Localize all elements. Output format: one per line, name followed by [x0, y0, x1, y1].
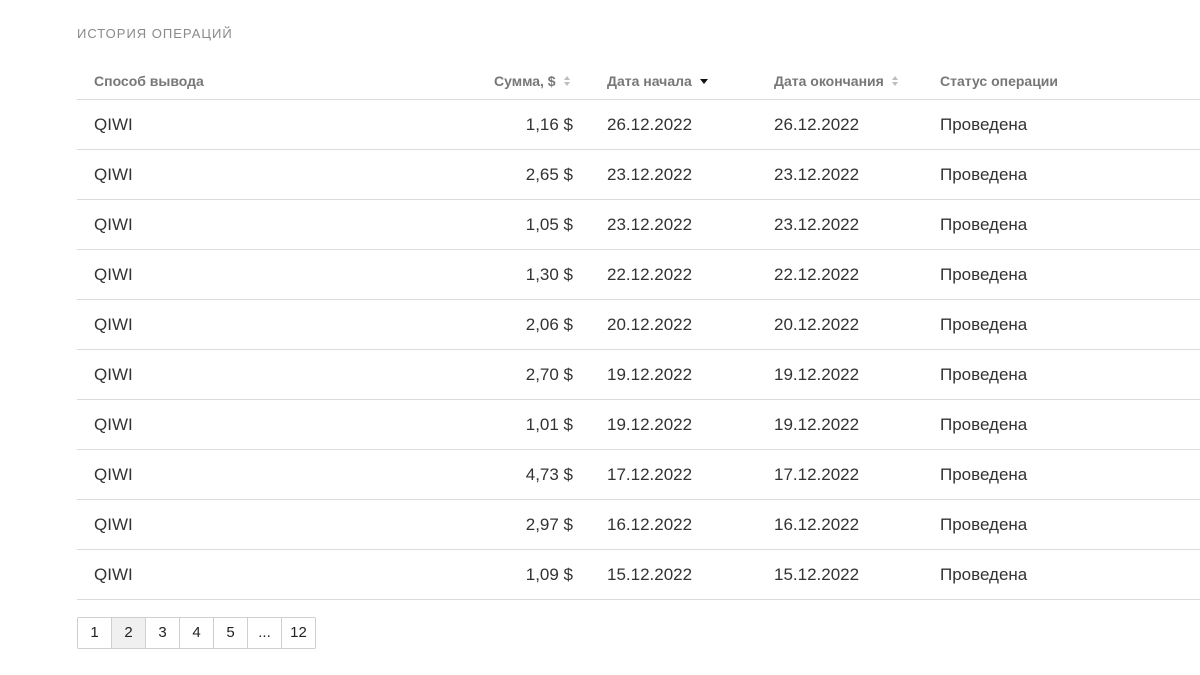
pagination: 1 2 3 4 5... 12: [77, 617, 316, 649]
cell-start-date: 15.12.2022: [607, 565, 693, 584]
sort-descending-icon[interactable]: [699, 75, 708, 87]
cell-status: Проведена: [940, 465, 1028, 484]
cell-method: QIWI: [94, 315, 133, 334]
column-header-start-date[interactable]: Дата начала: [607, 73, 708, 89]
cell-amount: 2,97 $: [525, 515, 573, 534]
table-row: QIWI 1,01 $ 19.12.2022 19.12.2022 Проведена: [77, 400, 1200, 450]
table-row: QIWI 2,65 $ 23.12.2022 23.12.2022 Проведена: [77, 150, 1200, 200]
column-header-method: Способ вывода: [94, 73, 204, 89]
cell-end-date: 17.12.2022: [774, 465, 860, 484]
cell-end-date: 19.12.2022: [774, 415, 860, 434]
cell-method: QIWI: [94, 215, 133, 234]
cell-amount: 2,70 $: [525, 365, 573, 384]
cell-status: Проведена: [940, 365, 1028, 384]
cell-end-date: 15.12.2022: [774, 565, 860, 584]
cell-amount: 2,06 $: [525, 315, 573, 334]
cell-method: QIWI: [94, 565, 133, 584]
table-row: QIWI 2,70 $ 19.12.2022 19.12.2022 Проведена: [77, 350, 1200, 400]
pagination-page-button[interactable]: 12: [282, 618, 315, 648]
cell-amount: 1,01 $: [525, 415, 573, 434]
cell-method: QIWI: [94, 415, 133, 434]
cell-start-date: 26.12.2022: [607, 115, 693, 134]
cell-status: Проведена: [940, 115, 1028, 134]
cell-status: Проведена: [940, 315, 1028, 334]
cell-start-date: 16.12.2022: [607, 515, 693, 534]
cell-end-date: 23.12.2022: [774, 215, 860, 234]
cell-amount: 1,09 $: [525, 565, 573, 584]
cell-amount: 1,16 $: [525, 115, 573, 134]
cell-end-date: 22.12.2022: [774, 265, 860, 284]
table-row: QIWI 2,06 $ 20.12.2022 20.12.2022 Проведена: [77, 300, 1200, 350]
cell-start-date: 23.12.2022: [607, 215, 693, 234]
cell-end-date: 26.12.2022: [774, 115, 860, 134]
operations-table: Способ вывода Сумма, $ Дата начала Дата …: [77, 62, 1200, 600]
table-row: QIWI 1,30 $ 22.12.2022 22.12.2022 Проведена: [77, 250, 1200, 300]
cell-status: Проведена: [940, 215, 1028, 234]
column-header-amount-label: Сумма, $: [494, 73, 556, 89]
cell-amount: 1,05 $: [525, 215, 573, 234]
cell-start-date: 20.12.2022: [607, 315, 693, 334]
cell-method: QIWI: [94, 365, 133, 384]
table-body: QIWI 1,16 $26.12.2022 26.12.2022 Проведена Q…: [77, 100, 1200, 600]
cell-start-date: 19.12.2022: [607, 415, 693, 434]
table-header: Способ вывода Сумма, $ Дата начала Дата …: [77, 62, 1200, 100]
cell-amount: 2,65 $: [525, 165, 573, 184]
cell-method: QIWI: [94, 265, 133, 284]
pagination-ellipsis: ...: [248, 618, 282, 648]
cell-status: Проведена: [940, 565, 1028, 584]
cell-amount: 4,73 $: [525, 465, 573, 484]
cell-method: QIWI: [94, 115, 133, 134]
table-row: QIWI 1,09 $ 15.12.2022 15.12.2022 Проведена: [77, 550, 1200, 600]
cell-method: QIWI: [94, 515, 133, 534]
pagination-page-button[interactable]: 3: [146, 618, 180, 648]
column-header-end-date[interactable]: Дата окончания: [774, 73, 900, 89]
column-header-method-label: Способ вывода: [94, 73, 204, 89]
cell-amount: 1,30 $: [525, 265, 573, 284]
column-header-status-label: Статус операции: [940, 73, 1059, 89]
cell-end-date: 16.12.2022: [774, 515, 860, 534]
cell-status: Проведена: [940, 265, 1028, 284]
section-title: ИСТОРИЯ ОПЕРАЦИЙ: [77, 26, 233, 41]
cell-method: QIWI: [94, 465, 133, 484]
pagination-page-button[interactable]: 4: [180, 618, 214, 648]
cell-start-date: 23.12.2022: [607, 165, 693, 184]
sort-icon[interactable]: [891, 75, 900, 87]
pagination-page-button[interactable]: 2: [112, 618, 146, 648]
column-header-status: Статус операции: [940, 73, 1058, 89]
cell-status: Проведена: [940, 165, 1028, 184]
table-row: QIWI 1,16 $ 26.12.2022 26.12.2022 Проведена: [77, 100, 1200, 150]
cell-start-date: 19.12.2022: [607, 365, 693, 384]
cell-end-date: 20.12.2022: [774, 315, 860, 334]
operations-history-page: ИСТОРИЯ ОПЕРАЦИЙ Способ вывода Сумма, $ …: [0, 0, 1200, 675]
pagination-page-button[interactable]: 5: [214, 618, 248, 648]
cell-end-date: 19.12.2022: [774, 365, 860, 384]
cell-start-date: 17.12.2022: [607, 465, 693, 484]
cell-start-date: 22.12.2022: [607, 265, 693, 284]
column-header-end-date-label: Дата окончания: [774, 73, 884, 89]
cell-status: Проведена: [940, 415, 1028, 434]
cell-end-date: 23.12.2022: [774, 165, 860, 184]
cell-status: Проведена: [940, 515, 1028, 534]
table-row: QIWI 2,97 $ 16.12.2022 16.12.2022 Проведена: [77, 500, 1200, 550]
table-row: QIWI 1,05 $ 23.12.2022 23.12.2022 Проведена: [77, 200, 1200, 250]
column-header-amount[interactable]: Сумма, $: [494, 73, 573, 89]
pagination-page-button[interactable]: 1: [78, 618, 112, 648]
table-row: QIWI 4,73 $ 17.12.2022 17.12.2022 Проведена: [77, 450, 1200, 500]
sort-icon[interactable]: [563, 75, 572, 87]
cell-method: QIWI: [94, 165, 133, 184]
column-header-start-date-label: Дата начала: [607, 73, 692, 89]
